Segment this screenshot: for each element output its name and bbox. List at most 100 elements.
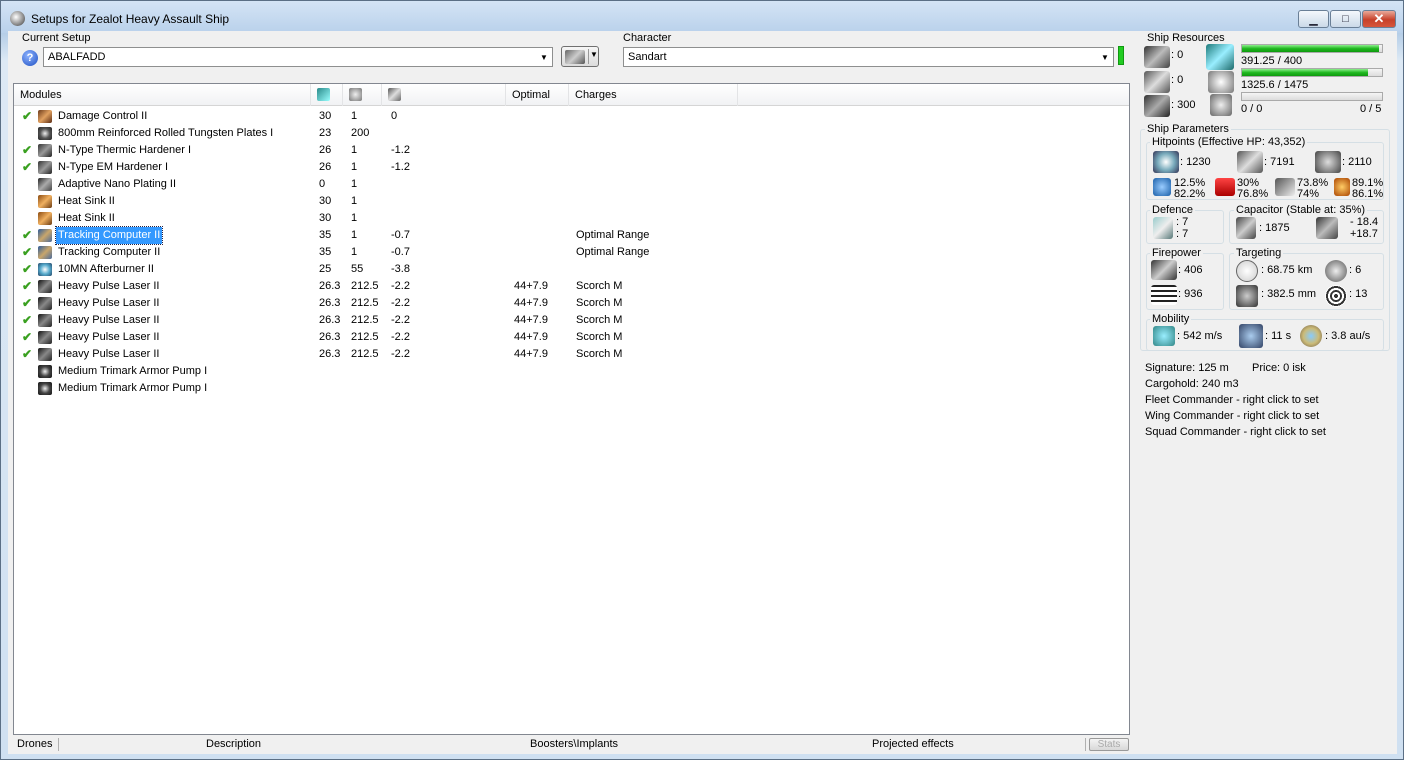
- module-row[interactable]: ✔ Tracking Computer II 35 1 -0.7 Optimal Rang…: [14, 244, 1129, 261]
- module-row[interactable]: ✔ N-Type Thermic Hardener I 26 1 -1.2: [14, 142, 1129, 159]
- stats-button[interactable]: Stats: [1089, 738, 1129, 751]
- thermal-resist-icon: [1215, 178, 1235, 196]
- capacitor-recharge: +18.7: [1350, 228, 1378, 240]
- setup-tools-button[interactable]: ▼: [561, 46, 599, 67]
- sensor-strength: : 13: [1349, 288, 1368, 300]
- explosive-resist-icon: [1334, 178, 1350, 196]
- module-name: Tracking Computer II: [58, 246, 161, 258]
- speed-icon: [1153, 326, 1175, 346]
- maximize-button[interactable]: □: [1330, 10, 1361, 28]
- column-optimal[interactable]: Optimal: [506, 84, 569, 106]
- module-cpu: 26: [319, 144, 332, 156]
- module-cpu: 0: [319, 178, 326, 190]
- targeting-group: Targeting : 68.75 km : 6 : 382.5 mm : 13: [1229, 247, 1384, 310]
- powergrid-bar: [1241, 68, 1383, 77]
- checkmark-icon[interactable]: ✔: [22, 330, 34, 344]
- plating-icon: [38, 178, 52, 191]
- description-tab[interactable]: Description: [206, 736, 261, 753]
- powergrid-icon: [1208, 71, 1234, 93]
- capacitor-icon: [1236, 217, 1256, 239]
- cpu-icon: [1206, 44, 1234, 70]
- projected-effects-tab[interactable]: Projected effects: [872, 736, 954, 753]
- checkmark-icon[interactable]: ✔: [22, 262, 34, 276]
- module-name: N-Type EM Hardener I: [58, 161, 169, 173]
- module-capacitor: -2.2: [391, 331, 410, 343]
- character-select[interactable]: Sandart ▼: [623, 47, 1114, 67]
- powergrid-icon: [349, 88, 362, 101]
- align-time-icon: [1239, 324, 1263, 348]
- ship-parameters-title: Ship Parameters: [1145, 123, 1231, 135]
- module-charge: Scorch M: [576, 331, 623, 343]
- launcher-count: : 0: [1171, 74, 1184, 86]
- checkmark-icon[interactable]: ✔: [22, 313, 34, 327]
- title-bar[interactable]: Setups for Zealot Heavy Assault Ship ▁ □…: [1, 1, 1403, 33]
- checkmark-icon[interactable]: ✔: [22, 279, 34, 293]
- fleet-commander-text[interactable]: Fleet Commander - right click to set: [1145, 394, 1319, 406]
- module-row[interactable]: ✔ N-Type EM Hardener I 26 1 -1.2: [14, 159, 1129, 176]
- column-cpu[interactable]: [311, 84, 343, 106]
- module-powergrid: 212.5: [351, 280, 379, 292]
- cpu-icon: [317, 88, 330, 101]
- module-row[interactable]: ✔ Heavy Pulse Laser II 26.3 212.5 -2.2 44+7.9…: [14, 312, 1129, 329]
- squad-commander-text[interactable]: Squad Commander - right click to set: [1145, 426, 1326, 438]
- laser-icon: [38, 297, 52, 310]
- column-modules[interactable]: Modules: [14, 84, 311, 106]
- shield-hp: : 1230: [1180, 156, 1211, 168]
- module-powergrid: 1: [351, 144, 358, 156]
- cpu-bar-fill: [1242, 45, 1379, 52]
- tracking-computer-icon: [38, 246, 52, 259]
- minimize-button[interactable]: ▁: [1298, 10, 1329, 28]
- module-cpu: 26.3: [319, 331, 341, 343]
- checkmark-icon[interactable]: ✔: [22, 245, 34, 259]
- firepower-title: Firepower: [1150, 247, 1203, 259]
- module-row[interactable]: Heat Sink II 30 1: [14, 210, 1129, 227]
- wing-commander-text[interactable]: Wing Commander - right click to set: [1145, 410, 1319, 422]
- setup-select[interactable]: ABALFADD ▼: [43, 47, 553, 67]
- explosive-resist-armor: 86.1%: [1352, 188, 1384, 200]
- module-powergrid: 1: [351, 178, 358, 190]
- price-text: Price: 0 isk: [1252, 362, 1306, 374]
- ship-resources-title: Ship Resources: [1145, 32, 1227, 44]
- close-button[interactable]: ✕: [1362, 10, 1396, 28]
- heat-sink-icon: [38, 212, 52, 225]
- checkmark-icon[interactable]: ✔: [22, 109, 34, 123]
- checkmark-icon[interactable]: ✔: [22, 228, 34, 242]
- checkmark-icon[interactable]: ✔: [22, 347, 34, 361]
- module-row[interactable]: Medium Trimark Armor Pump I: [14, 380, 1129, 397]
- help-icon[interactable]: ?: [22, 50, 38, 66]
- boosters-implants-tab[interactable]: Boosters\Implants: [530, 736, 618, 753]
- checkmark-icon[interactable]: ✔: [22, 143, 34, 157]
- checkmark-icon[interactable]: ✔: [22, 160, 34, 174]
- scan-resolution-icon: [1236, 285, 1258, 307]
- module-row[interactable]: ✔ Heavy Pulse Laser II 26.3 212.5 -2.2 44+7.9…: [14, 329, 1129, 346]
- status-indicator: [1118, 46, 1124, 65]
- module-row[interactable]: ✔ Tracking Computer II 35 1 -0.7 Optimal Rang…: [14, 226, 1129, 245]
- module-row[interactable]: ✔ Damage Control II 30 1 0: [14, 108, 1129, 125]
- chevron-down-icon: ▼: [540, 52, 548, 62]
- module-name: N-Type Thermic Hardener I: [58, 144, 192, 156]
- module-row[interactable]: ✔ 10MN Afterburner II 25 55 -3.8: [14, 261, 1129, 278]
- firepower-group: Firepower : 406 : 936: [1146, 247, 1224, 310]
- column-powergrid[interactable]: [343, 84, 382, 106]
- module-capacitor: -2.2: [391, 280, 410, 292]
- character-label: Character: [623, 32, 672, 44]
- module-row[interactable]: Medium Trimark Armor Pump I: [14, 363, 1129, 380]
- heat-sink-icon: [38, 195, 52, 208]
- module-row[interactable]: ✔ Heavy Pulse Laser II 26.3 212.5 -2.2 44+7.9…: [14, 346, 1129, 363]
- module-row[interactable]: ✔ Heavy Pulse Laser II 26.3 212.5 -2.2 44+7.9…: [14, 278, 1129, 295]
- character-select-value: Sandart: [628, 51, 667, 63]
- module-charge: Scorch M: [576, 314, 623, 326]
- column-charges[interactable]: Charges: [569, 84, 738, 106]
- max-targets: : 6: [1349, 264, 1362, 276]
- drones-tab[interactable]: Drones: [17, 736, 52, 753]
- module-optimal: 44+7.9: [514, 280, 548, 292]
- checkmark-icon[interactable]: ✔: [22, 296, 34, 310]
- module-row[interactable]: Adaptive Nano Plating II 0 1: [14, 176, 1129, 193]
- module-row[interactable]: Heat Sink II 30 1: [14, 193, 1129, 210]
- module-row[interactable]: ✔ Heavy Pulse Laser II 26.3 212.5 -2.2 44+7.9…: [14, 295, 1129, 312]
- column-capacitor[interactable]: [382, 84, 506, 106]
- module-row[interactable]: 800mm Reinforced Rolled Tungsten Plates …: [14, 125, 1129, 142]
- capacitor-icon: [388, 88, 401, 101]
- modules-list[interactable]: Modules Optimal Charges ✔ Damage Control …: [13, 83, 1130, 735]
- chevron-down-icon[interactable]: ▼: [590, 50, 598, 59]
